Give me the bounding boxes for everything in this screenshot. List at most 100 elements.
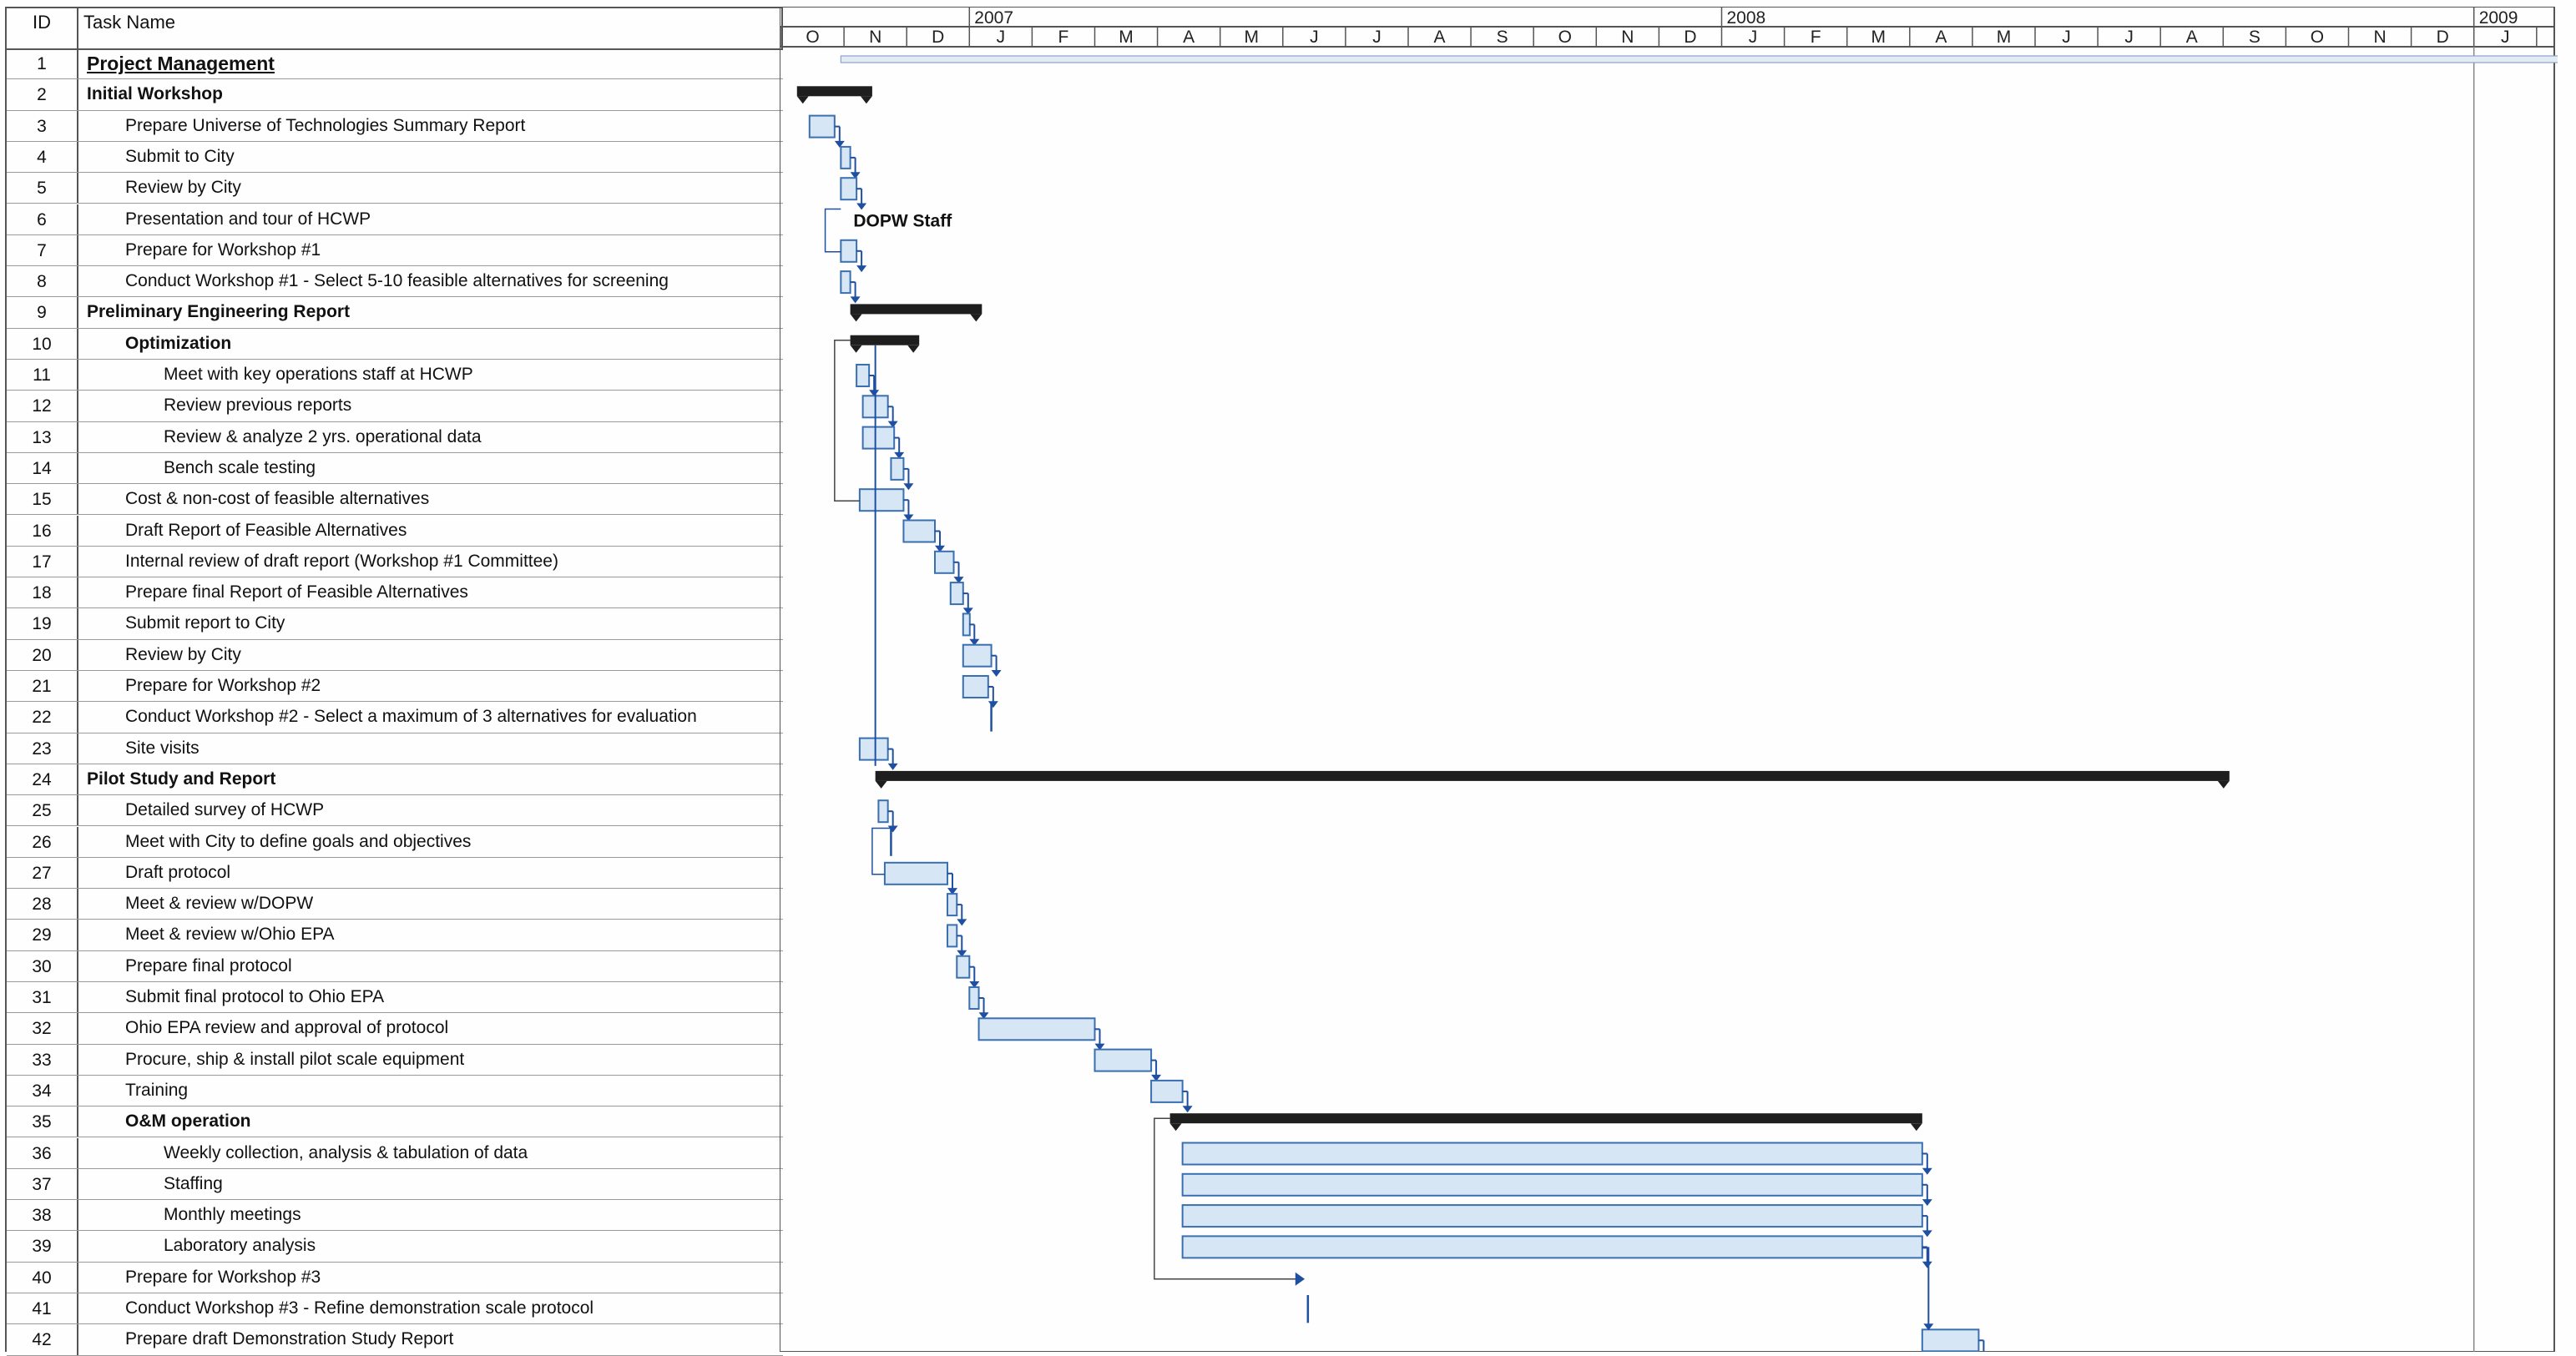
task-name[interactable]: Internal review of draft report (Worksho…: [125, 547, 558, 577]
table-row[interactable]: 13 Review & analyze 2 yrs. operational da…: [7, 421, 783, 453]
table-row[interactable]: 30 Prepare final protocol: [7, 950, 783, 982]
table-row[interactable]: 35 O&M operation: [7, 1106, 783, 1138]
task-name[interactable]: Prepare draft Demonstration Study Report: [125, 1324, 453, 1354]
table-row[interactable]: 32 Ohio EPA review and approval of protoc…: [7, 1013, 783, 1045]
table-row[interactable]: 29 Meet & review w/Ohio EPA: [7, 920, 783, 951]
task-name[interactable]: Draft protocol: [125, 858, 230, 888]
month-label: D: [932, 28, 944, 47]
table-row[interactable]: 31 Submit final protocol to Ohio EPA: [7, 982, 783, 1014]
table-row[interactable]: 20 Review by City: [7, 639, 783, 671]
row-id: 1: [7, 48, 78, 79]
table-row[interactable]: 2 Initial Workshop: [7, 79, 783, 111]
table-row[interactable]: 19 Submit report to City: [7, 608, 783, 640]
month-label: M: [1119, 28, 1134, 47]
task-name[interactable]: Prepare Universe of Technologies Summary…: [125, 111, 525, 141]
task-name[interactable]: Optimization: [125, 329, 231, 359]
table-row[interactable]: 15 Cost & non-cost of feasible alternativ…: [7, 484, 783, 516]
table-row[interactable]: 37 Staffing: [7, 1168, 783, 1201]
task-name[interactable]: Cost & non-cost of feasible alternatives: [125, 484, 429, 514]
month-label: N: [1621, 28, 1634, 47]
task-name[interactable]: Presentation and tour of HCWP: [125, 204, 371, 234]
table-row[interactable]: 14 Bench scale testing: [7, 452, 783, 485]
task-name[interactable]: Review by City: [125, 173, 241, 203]
table-row[interactable]: 36 Weekly collection, analysis & tabulati…: [7, 1137, 783, 1169]
table-row[interactable]: 38 Monthly meetings: [7, 1200, 783, 1232]
task-name[interactable]: Prepare for Workshop #3: [125, 1263, 321, 1293]
task-name[interactable]: Conduct Workshop #1 - Select 5-10 feasib…: [125, 266, 669, 296]
task-name-column-header[interactable]: Task Name: [78, 8, 783, 48]
link-arrow: [850, 296, 861, 304]
task-name[interactable]: Initial Workshop: [87, 79, 223, 109]
table-row[interactable]: 4 Submit to City: [7, 141, 783, 174]
task-name[interactable]: Pilot Study and Report: [87, 764, 275, 794]
table-row[interactable]: 28 Meet & review w/DOPW: [7, 889, 783, 920]
table-row[interactable]: 21 Prepare for Workshop #2: [7, 671, 783, 703]
task-name[interactable]: Meet with City to define goals and objec…: [125, 827, 471, 857]
summary-end-cap: [2217, 780, 2230, 789]
task-name[interactable]: Submit to City: [125, 142, 235, 172]
table-row[interactable]: 17 Internal review of draft report (Works…: [7, 546, 783, 578]
table-row[interactable]: 39 Laboratory analysis: [7, 1231, 783, 1263]
task-name[interactable]: Bench scale testing: [164, 453, 316, 483]
row-id: 22: [7, 702, 78, 733]
table-row[interactable]: 23 Site visits: [7, 733, 783, 764]
table-row[interactable]: 8 Conduct Workshop #1 - Select 5-10 feasi…: [7, 266, 783, 298]
link-arrow: [957, 919, 967, 926]
table-row[interactable]: 34 Training: [7, 1075, 783, 1107]
task-name[interactable]: Submit final protocol to Ohio EPA: [125, 982, 384, 1012]
task-name[interactable]: Project Management: [87, 48, 275, 78]
table-row[interactable]: 7 Prepare for Workshop #1: [7, 234, 783, 267]
gantt-sheet: ID Task Name 1 Project Management 2 Initial…: [0, 0, 2576, 1356]
task-name[interactable]: Prepare for Workshop #1: [125, 235, 321, 265]
table-row[interactable]: 3 Prepare Universe of Technologies Summar…: [7, 110, 783, 142]
task-name[interactable]: Review previous reports: [164, 391, 351, 421]
table-row[interactable]: 11 Meet with key operations staff at HCWP: [7, 360, 783, 391]
table-row[interactable]: 12 Review previous reports: [7, 391, 783, 422]
task-name[interactable]: Procure, ship & install pilot scale equi…: [125, 1045, 464, 1075]
table-row[interactable]: 5 Review by City: [7, 173, 783, 204]
task-name[interactable]: Review & analyze 2 yrs. operational data: [164, 422, 482, 452]
table-row[interactable]: 9 Preliminary Engineering Report: [7, 297, 783, 329]
task-name[interactable]: Meet & review w/DOPW: [125, 889, 313, 919]
task-name[interactable]: Laboratory analysis: [164, 1231, 316, 1261]
task-name[interactable]: Staffing: [164, 1169, 223, 1199]
link-arrow: [856, 203, 867, 210]
task-name[interactable]: Prepare for Workshop #2: [125, 671, 321, 701]
table-row[interactable]: 16 Draft Report of Feasible Alternatives: [7, 515, 783, 547]
task-name[interactable]: Draft Report of Feasible Alternatives: [125, 516, 407, 546]
id-column-header[interactable]: ID: [7, 8, 78, 48]
table-row[interactable]: 1 Project Management: [7, 48, 783, 80]
task-name[interactable]: Weekly collection, analysis & tabulation…: [164, 1138, 528, 1168]
task-name[interactable]: Monthly meetings: [164, 1200, 301, 1230]
task-name[interactable]: Detailed survey of HCWP: [125, 795, 324, 825]
task-name[interactable]: Training: [125, 1076, 188, 1106]
task-name[interactable]: Meet with key operations staff at HCWP: [164, 360, 473, 390]
table-row[interactable]: 24 Pilot Study and Report: [7, 764, 783, 796]
task-name[interactable]: Conduct Workshop #2 - Select a maximum o…: [125, 702, 697, 732]
table-row[interactable]: 41 Conduct Workshop #3 - Refine demonstra…: [7, 1293, 783, 1325]
task-bar: [1921, 1328, 1980, 1352]
task-name[interactable]: Prepare final Report of Feasible Alterna…: [125, 577, 468, 607]
table-row[interactable]: 22 Conduct Workshop #2 - Select a maximum…: [7, 702, 783, 733]
task-name[interactable]: Site visits: [125, 733, 200, 764]
table-row[interactable]: 26 Meet with City to define goals and obj…: [7, 826, 783, 858]
task-name[interactable]: Meet & review w/Ohio EPA: [125, 920, 335, 950]
task-name[interactable]: Preliminary Engineering Report: [87, 297, 350, 327]
table-row[interactable]: 27 Draft protocol: [7, 857, 783, 890]
table-row[interactable]: 10 Optimization: [7, 328, 783, 360]
table-row[interactable]: 42 Prepare draft Demonstration Study Repo…: [7, 1324, 783, 1356]
table-row[interactable]: 40 Prepare for Workshop #3: [7, 1262, 783, 1293]
task-name[interactable]: Submit report to City: [125, 608, 285, 638]
table-row[interactable]: 18 Prepare final Report of Feasible Alter…: [7, 577, 783, 609]
task-name[interactable]: Review by City: [125, 640, 241, 670]
task-bar: [947, 924, 958, 948]
task-name[interactable]: O&M operation: [125, 1106, 251, 1137]
task-name[interactable]: Prepare final protocol: [125, 951, 292, 981]
task-name[interactable]: Conduct Workshop #3 - Refine demonstrati…: [125, 1293, 593, 1323]
task-bar: [858, 488, 905, 512]
task-name[interactable]: Ohio EPA review and approval of protocol: [125, 1013, 448, 1043]
table-row[interactable]: 6 Presentation and tour of HCWP: [7, 204, 783, 235]
table-row[interactable]: 25 Detailed survey of HCWP: [7, 795, 783, 827]
task-bar: [1094, 1048, 1153, 1072]
table-row[interactable]: 33 Procure, ship & install pilot scale eq…: [7, 1044, 783, 1076]
